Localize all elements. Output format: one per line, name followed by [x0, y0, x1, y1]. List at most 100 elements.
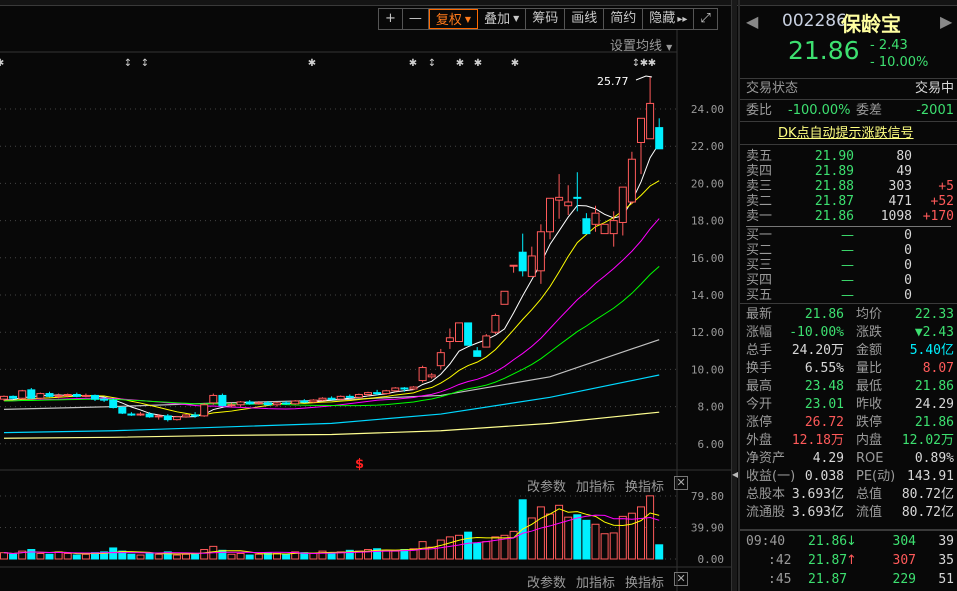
stat-label: 今开: [746, 397, 773, 412]
set-ma-dropdown[interactable]: 设置均线 ▼: [610, 35, 672, 54]
stat-label: 总手: [746, 343, 773, 358]
candle: [354, 393, 363, 399]
bid-label: 买五: [746, 288, 773, 303]
tick-row: :45 21.87 229 51: [746, 571, 954, 588]
volume-bar: [109, 547, 118, 560]
candle: [118, 406, 127, 415]
stat-label: 量比: [856, 361, 883, 376]
event-marker-icon[interactable]: ↕: [428, 58, 436, 69]
chips-button[interactable]: 筹码: [526, 9, 566, 29]
ma-line-5: [3, 143, 660, 418]
event-marker-icon[interactable]: ↕: [124, 58, 132, 69]
candle: [518, 233, 527, 277]
price-axis-tick: 16.00: [691, 252, 724, 265]
modify-params-button[interactable]: 改参数: [527, 572, 566, 591]
stat-row: 最高 23.48 最低 21.86: [746, 378, 954, 395]
candle: [327, 396, 336, 401]
event-marker-icon[interactable]: ✱: [456, 58, 464, 69]
event-marker-icon[interactable]: ✱: [308, 58, 316, 69]
simple-button[interactable]: 简约: [604, 9, 644, 29]
weibi-value: -100.00%: [788, 103, 851, 118]
candle: [582, 213, 591, 235]
modify-params-button[interactable]: 改参数: [527, 476, 566, 495]
close-icon[interactable]: ✕: [674, 476, 689, 490]
volume-bar: [218, 549, 227, 560]
stat-label: 涨跌: [856, 325, 883, 340]
add-indicator-button[interactable]: 加指标: [576, 572, 615, 591]
switch-indicator-button[interactable]: 换指标: [625, 476, 664, 495]
price-change: - 2.43: [870, 38, 908, 53]
fullscreen-button[interactable]: ⤢: [694, 9, 716, 29]
stat-row: 净资产 4.29 ROE 0.89%: [746, 450, 954, 467]
stat-value: 24.29: [914, 397, 954, 412]
event-marker-icon[interactable]: ✱: [409, 58, 417, 69]
candle: [27, 388, 36, 400]
stat-value: 5.40亿: [909, 343, 954, 358]
indicator-header: 改参数 加指标 换指标 ✕: [527, 476, 689, 495]
candle: [491, 313, 500, 335]
candle: [345, 394, 354, 399]
tick-count: 35: [938, 553, 954, 568]
stat-value: 21.86: [914, 379, 954, 394]
candle: [72, 392, 81, 398]
event-marker-icon[interactable]: ✱: [0, 58, 4, 69]
stock-name: 保龄宝: [841, 12, 901, 36]
candle: [546, 197, 554, 240]
volume-bar: [482, 541, 491, 560]
stat-label: 均价: [856, 307, 883, 322]
candle: [418, 365, 427, 383]
signal-dollar-marker[interactable]: $: [355, 457, 364, 472]
ask-delta: +170: [922, 209, 954, 224]
switch-indicator-button[interactable]: 换指标: [625, 572, 664, 591]
volume-bar: [627, 512, 636, 560]
volume-bar: [36, 552, 45, 560]
ask-volume: 1098: [880, 209, 912, 224]
hide-button[interactable]: 隐藏 ▸▸: [643, 9, 695, 29]
kline-chart[interactable]: 24.00 22.00 20.00 18.00 16.00 14.00 12.00 10.00…: [0, 0, 737, 591]
overlay-dropdown[interactable]: 叠加 ▼: [478, 9, 527, 29]
candle: [527, 246, 536, 277]
stat-value: ▼2.43: [914, 325, 954, 340]
event-marker-icon[interactable]: ↕: [141, 58, 149, 69]
price-axis-tick: 10.00: [691, 363, 724, 376]
stat-value: 26.72: [804, 415, 844, 430]
candle: [163, 414, 172, 422]
stat-value: 0.89%: [914, 451, 954, 466]
double-arrow-icon: ▸▸: [677, 14, 688, 25]
candle: [600, 223, 609, 235]
next-stock-arrow-icon[interactable]: ▶: [940, 12, 952, 31]
tick-direction-icon: ↓: [846, 534, 857, 549]
stat-label: 涨幅: [746, 325, 773, 340]
price-axis-tick: 24.00: [691, 103, 724, 116]
zoom-out-button[interactable]: —: [403, 9, 429, 29]
volume-bar: [646, 495, 655, 560]
draw-button[interactable]: 画线: [565, 9, 605, 29]
event-marker-icon[interactable]: ✱: [648, 58, 656, 69]
stat-label: 换手: [746, 361, 773, 376]
volume-bar: [564, 516, 573, 560]
volume-bar: [154, 553, 163, 560]
event-marker-icon[interactable]: ✱: [474, 58, 482, 69]
volume-bar: [582, 519, 591, 560]
stat-row: 外盘 12.18万 内盘 12.02万: [746, 432, 954, 449]
volume-bar: [436, 539, 445, 560]
fullscreen-icon: ⤢: [700, 11, 711, 26]
dk-signal-link[interactable]: DK点自动提示涨跌信号: [778, 125, 914, 142]
ma-line-ma250: [3, 411, 660, 439]
quote-panel: ◀ ▶ 002286 保龄宝 21.86 - 2.43 - 10.00% 交易状…: [738, 0, 957, 591]
stat-label: ROE: [856, 451, 884, 466]
fuquan-dropdown[interactable]: 复权 ▼: [428, 9, 479, 29]
stat-label: 最低: [856, 379, 883, 394]
zoom-in-button[interactable]: +: [379, 9, 403, 29]
volume-bar: [391, 550, 400, 560]
prev-stock-arrow-icon[interactable]: ◀: [746, 12, 758, 31]
vertical-scrollbar[interactable]: ◀: [731, 0, 738, 591]
close-icon[interactable]: ✕: [674, 572, 689, 586]
volume-bar: [72, 554, 81, 560]
stat-value: 12.18万: [791, 433, 844, 448]
candle: [318, 397, 327, 402]
stat-label: 总股本: [746, 487, 786, 502]
add-indicator-button[interactable]: 加指标: [576, 476, 615, 495]
volume-bar: [418, 541, 427, 560]
event-marker-icon[interactable]: ✱: [511, 58, 519, 69]
